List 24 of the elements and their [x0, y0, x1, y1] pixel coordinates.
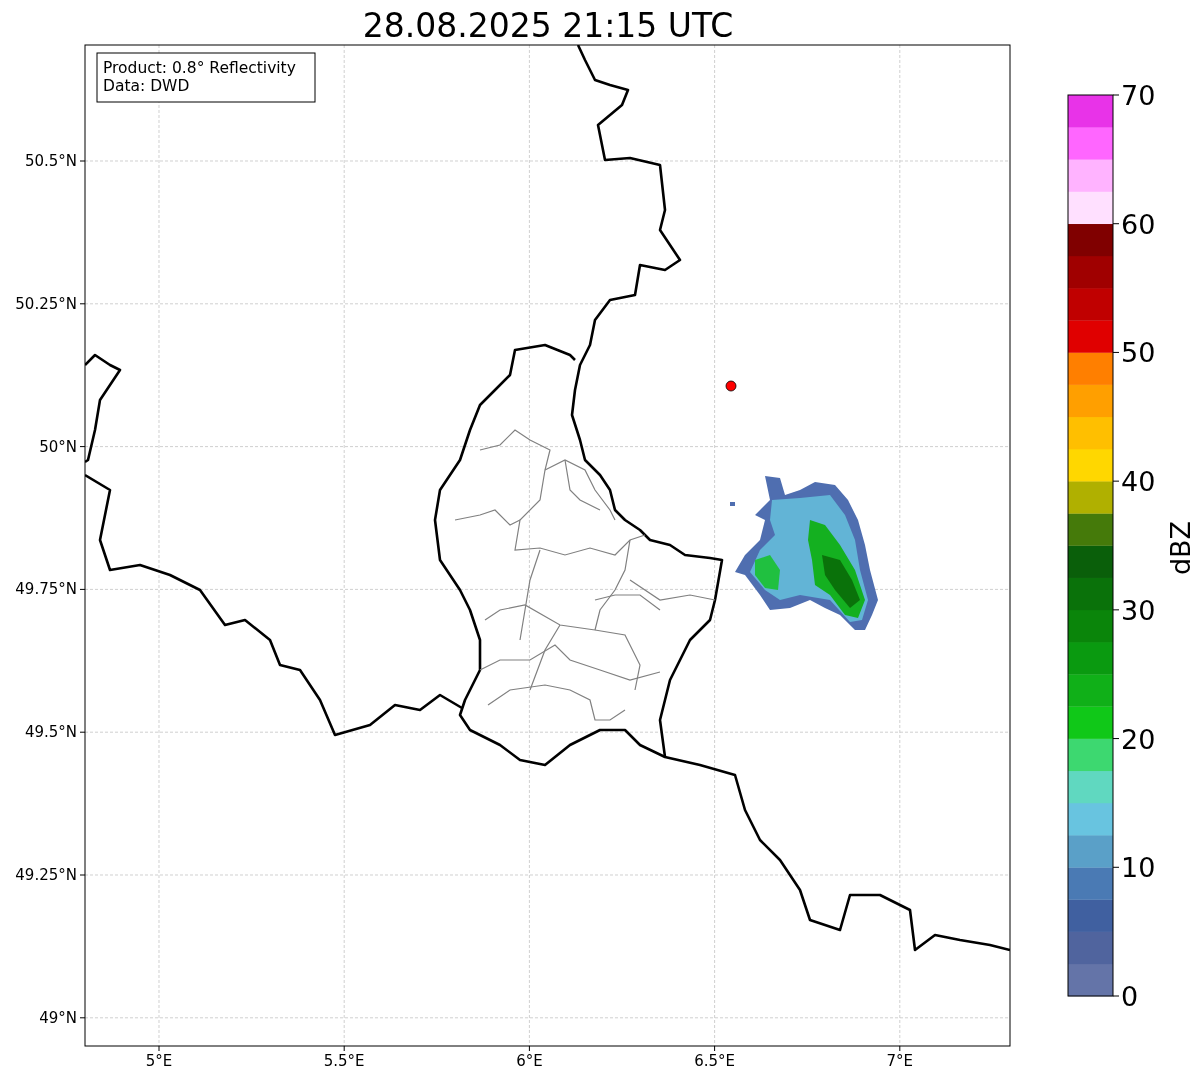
colorbar-tick-label: 30 — [1121, 594, 1156, 626]
colorbar-tick-label: 70 — [1121, 80, 1156, 111]
radar-site-marker — [725, 380, 737, 392]
longitude-label: 5°E — [145, 1052, 173, 1070]
colorbar-tick-label: 40 — [1121, 466, 1156, 498]
latitude-label: 50°N — [39, 437, 77, 456]
info-box: Product: 0.8° Reflectivity Data: DWD — [96, 52, 316, 103]
latitude-label: 49.5°N — [24, 723, 77, 742]
latitude-label: 49.25°N — [15, 866, 77, 884]
chart-title: 28.08.2025 21:15 UTC — [362, 6, 734, 45]
colorbar-label: dBZ — [1165, 520, 1196, 576]
longitude-label: 5.5°E — [323, 1052, 365, 1070]
latitude-label: 50.5°N — [24, 152, 77, 170]
latitude-label: 49°N — [39, 1008, 77, 1027]
latitude-label: 49.75°N — [15, 580, 77, 599]
longitude-label: 7°E — [886, 1052, 914, 1070]
colorbar-tick-label: 50 — [1121, 337, 1156, 369]
colorbar-tick-label: 0 — [1121, 981, 1139, 1012]
longitude-label: 6.5°E — [694, 1052, 735, 1070]
latitude-label: 50.25°N — [15, 294, 77, 313]
colorbar-tick-label: 20 — [1121, 723, 1156, 755]
colorbar-tick-label: 60 — [1121, 208, 1156, 240]
colorbar-tick-label: 10 — [1121, 852, 1156, 884]
longitude-label: 6°E — [516, 1052, 543, 1070]
